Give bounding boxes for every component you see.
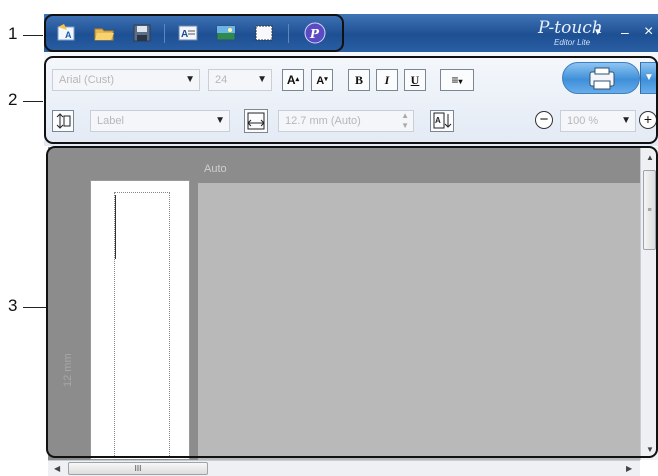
vertical-scroll-thumb[interactable]: ≡ (643, 170, 656, 250)
italic-button[interactable]: I (376, 69, 398, 91)
chevron-down-icon: ▼ (257, 74, 267, 85)
scroll-left-arrow[interactable]: ◀ (54, 464, 60, 473)
font-size-combo[interactable]: 24 ▼ (208, 69, 272, 91)
bold-button[interactable]: B (348, 69, 370, 91)
vertical-scrollbar[interactable]: ▲ ≡ ▼ (640, 147, 658, 460)
close-button[interactable]: × (644, 23, 653, 41)
new-label-icon[interactable]: A (56, 23, 76, 43)
callout-line-2 (23, 101, 43, 102)
toolbar-separator (164, 24, 165, 43)
spinner-icon[interactable]: ▲ ▼ (401, 111, 409, 131)
increase-font-label: A (286, 73, 296, 87)
callout-line-3 (23, 307, 47, 308)
chevron-down-icon: ▼ (621, 115, 631, 126)
callout-1: 1 (8, 24, 18, 43)
callout-2: 2 (8, 90, 18, 109)
save-disk-icon[interactable] (132, 23, 152, 43)
label-width-combo[interactable]: Label ▼ (90, 110, 230, 132)
font-name-value: Arial (Cust) (59, 74, 115, 86)
increase-font-button[interactable]: A▴ (282, 69, 304, 91)
minimize-button[interactable]: – (621, 23, 629, 41)
print-area-outline[interactable] (114, 192, 170, 460)
svg-text:P: P (309, 27, 320, 41)
zoom-value: 100 % (567, 115, 599, 127)
text-icon[interactable]: A (178, 23, 198, 43)
auto-length-icon: A (433, 112, 452, 129)
brand-subtitle: Editor Lite (554, 38, 591, 47)
zoom-out-button[interactable]: − (535, 111, 553, 129)
auto-length-text: Auto (204, 163, 227, 175)
callout-3: 3 (8, 296, 18, 315)
callout-line-1 (23, 35, 43, 36)
label-width-value: Label (97, 115, 124, 127)
font-name-combo[interactable]: Arial (Cust) ▼ (52, 69, 200, 91)
printer-icon (589, 67, 615, 90)
p-touch-logo-icon[interactable]: P (304, 22, 326, 44)
scroll-up-arrow[interactable]: ▲ (646, 153, 654, 162)
frame-icon[interactable] (254, 23, 274, 43)
text-cursor (115, 195, 116, 259)
chevron-down-icon: ▼ (215, 115, 225, 126)
label-length-icon (247, 112, 265, 130)
svg-text:A: A (65, 30, 72, 40)
label-view[interactable]: Auto 12 mm (48, 147, 658, 460)
title-bar: A A P P-touch Editor Lite ▾ – × (44, 14, 658, 52)
editing-area (198, 183, 640, 460)
svg-text:A: A (181, 29, 188, 40)
vertical-text-icon (56, 113, 71, 129)
print-options-button[interactable]: ▼ (640, 62, 658, 94)
vertical-text-button[interactable] (52, 110, 74, 132)
print-button[interactable] (562, 62, 640, 94)
open-folder-icon[interactable] (94, 23, 114, 43)
toolbar-separator (288, 24, 289, 43)
horizontal-scroll-thumb[interactable]: III (68, 462, 208, 475)
zoom-in-button[interactable]: + (639, 111, 657, 129)
auto-length-button[interactable]: A (430, 110, 454, 132)
scroll-down-arrow[interactable]: ▼ (646, 445, 654, 454)
tape-size-text: 12 mm (62, 353, 74, 387)
decrease-font-button[interactable]: A▾ (311, 69, 333, 91)
tape-length-value: 12.7 mm (Auto) (285, 115, 361, 127)
scroll-right-arrow[interactable]: ▶ (626, 464, 632, 473)
image-icon[interactable] (216, 23, 236, 43)
underline-button[interactable]: U (404, 69, 426, 91)
chevron-down-icon: ▼ (185, 74, 195, 85)
font-size-value: 24 (215, 74, 228, 86)
brand-name: P-touch (538, 18, 603, 38)
align-button[interactable]: ≡▾ (440, 69, 474, 91)
label-length-button[interactable] (244, 109, 268, 133)
align-label: ≡ (451, 73, 459, 87)
horizontal-scrollbar[interactable]: ◀ III ▶ (48, 460, 640, 476)
dropdown-button[interactable]: ▾ (595, 23, 601, 41)
zoom-combo[interactable]: 100 % ▼ (560, 110, 636, 132)
svg-text:A: A (435, 116, 441, 125)
tape-length-input[interactable]: 12.7 mm (Auto) ▲ ▼ (278, 110, 414, 132)
